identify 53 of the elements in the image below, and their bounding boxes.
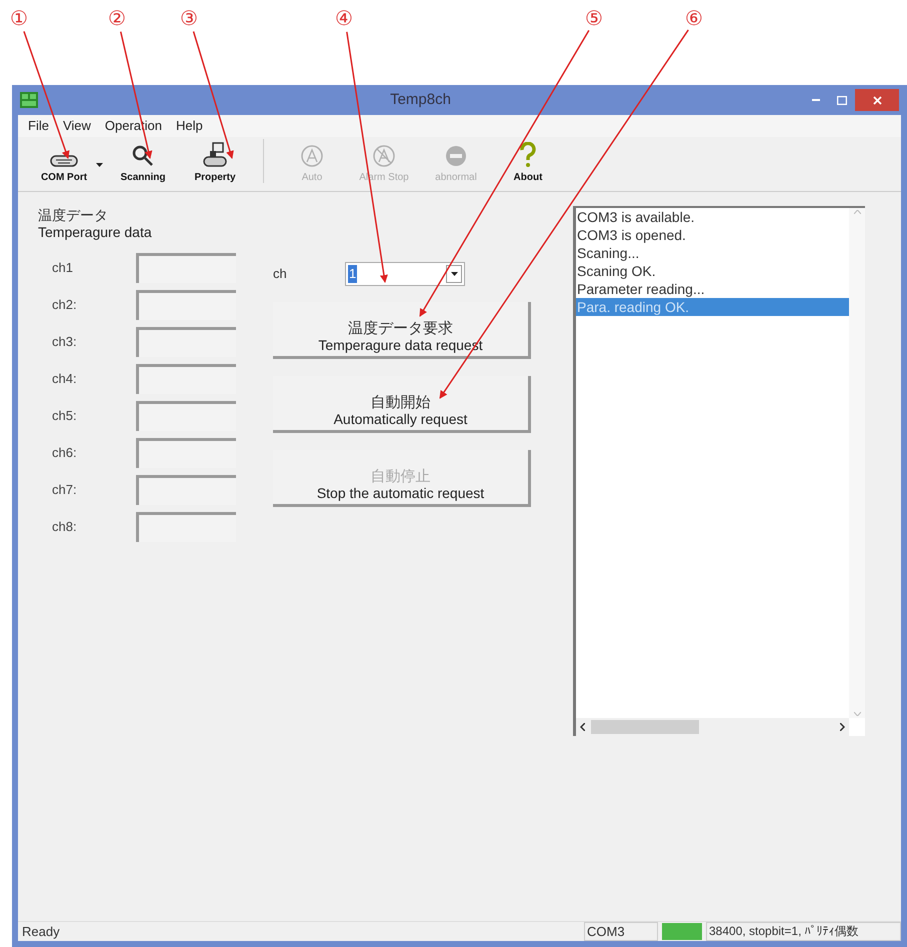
- toolbar-button[interactable]: COM Port: [32, 139, 96, 185]
- scroll-thumb[interactable]: [591, 720, 699, 734]
- callout-number: ①: [10, 9, 28, 29]
- app-icon: [20, 92, 38, 108]
- callout-number: ②: [108, 9, 126, 29]
- menu-item[interactable]: View: [62, 116, 91, 136]
- log-entry[interactable]: COM3 is opened.: [576, 226, 849, 244]
- toolbar-button[interactable]: Scanning: [111, 139, 175, 185]
- close-icon: [872, 96, 882, 104]
- horizontal-scrollbar[interactable]: [576, 718, 849, 736]
- group-title: 温度データ: [38, 208, 109, 224]
- toolbar-button[interactable]: About: [496, 139, 560, 185]
- channel-label: ch1: [52, 258, 74, 277]
- search-icon: [131, 144, 155, 168]
- channel-dropdown[interactable]: 1: [345, 262, 465, 286]
- log-entry[interactable]: Scaning...: [576, 244, 849, 262]
- window-title: Temp8ch: [389, 90, 452, 110]
- callout-number: ⑤: [585, 9, 603, 29]
- close-button[interactable]: [855, 89, 899, 111]
- minimize-icon: [812, 99, 820, 101]
- callout-number: ④: [335, 9, 353, 29]
- caret-icon[interactable]: [96, 163, 103, 167]
- channel-label: ch7:: [52, 480, 78, 499]
- connection-indicator: [662, 923, 702, 940]
- question-icon: [519, 142, 537, 168]
- callout-number: ⑥: [685, 9, 703, 29]
- toolbar-button[interactable]: Property: [183, 139, 247, 185]
- ch-label: ch: [273, 265, 288, 284]
- channel-label: ch8:: [52, 518, 78, 536]
- log-entry[interactable]: Scaning OK.: [576, 262, 849, 280]
- letter-circle-icon: [372, 144, 396, 168]
- menu-item[interactable]: File: [28, 116, 49, 136]
- channel-label: ch3:: [52, 332, 78, 351]
- vertical-scrollbar[interactable]: [849, 208, 865, 718]
- no-entry-icon: [444, 144, 468, 168]
- log-entry[interactable]: COM3 is available.: [576, 208, 849, 226]
- channel-label: ch6:: [52, 444, 78, 462]
- connector-icon: [50, 154, 78, 168]
- maximize-icon: [837, 96, 847, 104]
- menu-item[interactable]: Help: [176, 116, 203, 136]
- connector-monitor-icon: [202, 142, 228, 168]
- log-entry[interactable]: Parameter reading...: [576, 280, 849, 298]
- group-subtitle: Temperagure data: [38, 224, 153, 240]
- letter-circle-icon: [300, 144, 324, 168]
- port-settings: 38400, stopbit=1, ﾊﾟﾘﾃｨ偶数: [706, 922, 901, 941]
- action-button[interactable]: 自動開始 Automatically request: [273, 376, 531, 433]
- channel-label: ch2:: [52, 296, 78, 314]
- channel-label: ch4:: [52, 370, 78, 388]
- status-text: Ready: [22, 922, 61, 941]
- channel-label: ch5:: [52, 406, 78, 425]
- caret-icon: [450, 272, 458, 276]
- callout-number: ③: [180, 9, 198, 29]
- port-status: COM3: [584, 922, 658, 941]
